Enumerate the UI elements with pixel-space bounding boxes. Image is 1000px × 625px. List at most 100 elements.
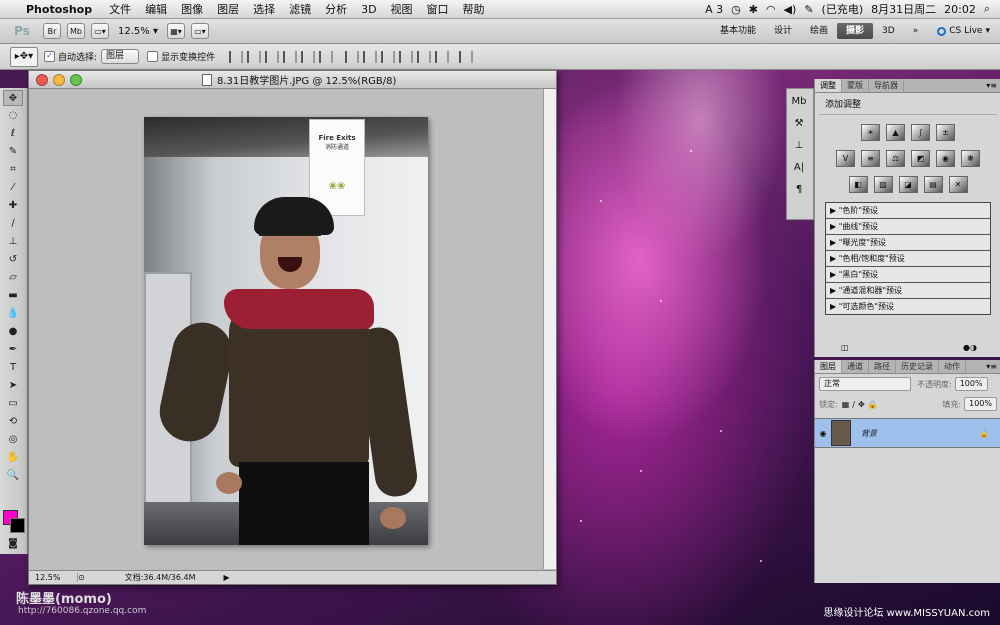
preset-item[interactable]: ▶ "曝光度"预设 bbox=[826, 235, 990, 251]
distribute-top-button[interactable] bbox=[345, 50, 360, 63]
zoom-level-select[interactable]: 12.5% ▾ bbox=[118, 26, 158, 37]
photo-filter-icon[interactable]: ◉ bbox=[936, 150, 955, 167]
distribute-left-button[interactable] bbox=[399, 50, 414, 63]
adjustment-options-icon[interactable]: ●◑ bbox=[963, 343, 977, 352]
bridge-button[interactable]: Br bbox=[43, 23, 61, 39]
minibridge-button[interactable]: Mb bbox=[67, 23, 85, 39]
preset-item[interactable]: ▶ "色阶"预设 bbox=[826, 203, 990, 219]
workspace-painting[interactable]: 绘画 bbox=[801, 19, 837, 43]
distribute-vcenter-button[interactable] bbox=[363, 50, 378, 63]
opacity-field[interactable]: 100% bbox=[954, 377, 988, 391]
wifi-icon[interactable]: ◠ bbox=[766, 3, 776, 16]
3d-rotate-tool-icon[interactable]: ⟲ bbox=[3, 414, 23, 430]
minibridge-panel-icon[interactable]: Mb bbox=[790, 93, 808, 111]
distribute-hcenter-button[interactable] bbox=[417, 50, 432, 63]
invert-icon[interactable]: ◧ bbox=[848, 176, 868, 193]
posterize-icon[interactable]: ▨ bbox=[873, 176, 893, 193]
arrange-documents-button[interactable]: ▦▾ bbox=[166, 23, 185, 39]
clip-to-layer-icon[interactable]: ◫ bbox=[841, 343, 849, 352]
hand-tool-icon[interactable]: ✋ bbox=[3, 450, 23, 466]
paragraph-panel-icon[interactable]: ¶ bbox=[790, 181, 808, 199]
clone-source-panel-icon[interactable]: ⊥ bbox=[790, 137, 808, 155]
blur-tool-icon[interactable]: 💧 bbox=[3, 306, 23, 322]
view-extras-button[interactable]: ▭▾ bbox=[91, 23, 109, 39]
status-zoom[interactable]: 12.5% bbox=[29, 573, 78, 582]
tool-preset-picker[interactable]: ▸✥▾ bbox=[10, 46, 38, 67]
menu-window[interactable]: 窗口 bbox=[427, 1, 449, 17]
align-bottom-button[interactable] bbox=[265, 50, 280, 63]
workspace-more-button[interactable]: » bbox=[904, 19, 928, 43]
layers-panel-menu-icon[interactable]: ▾≡ bbox=[982, 360, 1000, 373]
layer-name[interactable]: 背景 bbox=[861, 428, 877, 439]
close-window-icon[interactable] bbox=[36, 73, 48, 86]
screen-mode-button[interactable]: ▭▾ bbox=[190, 23, 209, 39]
lasso-tool-icon[interactable]: ℓ bbox=[3, 126, 23, 142]
layer-visibility-eye-icon[interactable]: ◉ bbox=[815, 429, 831, 438]
preset-item[interactable]: ▶ "通道混和器"预设 bbox=[826, 283, 990, 299]
3d-orbit-tool-icon[interactable]: ◎ bbox=[3, 432, 23, 448]
distribute-right-button[interactable] bbox=[435, 50, 450, 63]
rectangle-tool-icon[interactable]: ▭ bbox=[3, 396, 23, 412]
auto-select-checkbox[interactable]: ✓ bbox=[44, 51, 55, 62]
layer-row[interactable]: ◉ 背景 🔒 bbox=[815, 418, 1000, 448]
adjustments-panel-menu-icon[interactable]: ▾≡ bbox=[982, 79, 1000, 92]
lock-transparent-icon[interactable]: ▦ bbox=[842, 400, 850, 409]
type-tool-icon[interactable]: T bbox=[3, 360, 23, 376]
auto-select-dropdown[interactable]: 图层 bbox=[101, 49, 140, 64]
minimize-window-icon[interactable] bbox=[53, 73, 65, 86]
tab-actions[interactable]: 动作 bbox=[939, 360, 966, 373]
menu-view[interactable]: 视图 bbox=[391, 1, 413, 17]
quick-select-tool-icon[interactable]: ✎ bbox=[3, 144, 23, 160]
selective-color-icon[interactable]: ✕ bbox=[948, 176, 968, 193]
dodge-tool-icon[interactable]: ● bbox=[3, 324, 23, 340]
menu-analysis[interactable]: 分析 bbox=[325, 1, 347, 17]
brightness-contrast-icon[interactable]: ☀ bbox=[861, 124, 880, 141]
tab-navigator[interactable]: 导航器 bbox=[869, 79, 904, 92]
tab-history[interactable]: 历史记录 bbox=[896, 360, 939, 373]
vertical-scrollbar[interactable] bbox=[543, 89, 556, 569]
document-titlebar[interactable]: 8.31日教学图片.JPG @ 12.5%(RGB/8) bbox=[29, 71, 556, 89]
bluetooth-icon[interactable]: ✱ bbox=[749, 3, 758, 16]
crop-tool-icon[interactable]: ⌗ bbox=[3, 162, 23, 178]
battery-status[interactable]: (已充电) bbox=[822, 1, 864, 17]
workspace-photography[interactable]: 摄影 bbox=[837, 23, 874, 39]
marquee-tool-icon[interactable]: ◌ bbox=[3, 108, 23, 124]
clone-stamp-tool-icon[interactable]: ⊥ bbox=[3, 234, 23, 250]
background-color-swatch[interactable] bbox=[10, 518, 25, 533]
app-menu[interactable]: Photoshop bbox=[26, 3, 92, 16]
menu-file[interactable]: 文件 bbox=[109, 1, 131, 17]
levels-icon[interactable]: ▲ bbox=[886, 124, 905, 141]
align-right-button[interactable] bbox=[319, 50, 334, 63]
preset-item[interactable]: ▶ "可选颜色"预设 bbox=[826, 299, 990, 314]
path-selection-tool-icon[interactable]: ➤ bbox=[3, 378, 23, 394]
align-left-button[interactable] bbox=[283, 50, 298, 63]
zoom-tool-icon[interactable]: 🔍 bbox=[3, 468, 23, 484]
fill-field[interactable]: 100% bbox=[964, 397, 997, 411]
adobe-icon[interactable]: A 3 bbox=[705, 3, 723, 16]
time-machine-icon[interactable]: ◷ bbox=[731, 3, 741, 16]
align-hcenter-button[interactable] bbox=[301, 50, 316, 63]
tab-channels[interactable]: 通道 bbox=[842, 360, 869, 373]
lock-image-icon[interactable]: ∕ bbox=[852, 400, 855, 409]
menu-image[interactable]: 图像 bbox=[181, 1, 203, 17]
gradient-tool-icon[interactable]: ▬ bbox=[3, 288, 23, 304]
brush-tool-icon[interactable]: ∕ bbox=[3, 216, 23, 232]
workspace-essentials[interactable]: 基本功能 bbox=[711, 19, 765, 43]
status-share-icon[interactable]: ⊙ bbox=[78, 573, 85, 582]
black-white-icon[interactable]: ◩ bbox=[911, 150, 930, 167]
zoom-window-icon[interactable] bbox=[70, 73, 82, 86]
history-brush-tool-icon[interactable]: ↺ bbox=[3, 252, 23, 268]
workspace-design[interactable]: 设计 bbox=[765, 19, 801, 43]
move-tool-icon[interactable]: ✥ bbox=[3, 90, 23, 106]
lock-position-icon[interactable]: ✥ bbox=[858, 400, 865, 409]
distribute-bottom-button[interactable] bbox=[381, 50, 396, 63]
input-method-icon[interactable]: ✎ bbox=[804, 3, 813, 16]
brush-panel-icon[interactable]: ⚒ bbox=[790, 115, 808, 133]
channel-mixer-icon[interactable]: ❋ bbox=[961, 150, 980, 167]
pen-tool-icon[interactable]: ✒ bbox=[3, 342, 23, 358]
align-vcenter-button[interactable] bbox=[247, 50, 262, 63]
align-top-button[interactable] bbox=[229, 50, 244, 63]
show-transform-checkbox[interactable] bbox=[147, 51, 159, 62]
spotlight-icon[interactable]: ⌕ bbox=[984, 2, 990, 16]
workspace-3d[interactable]: 3D bbox=[873, 19, 904, 43]
